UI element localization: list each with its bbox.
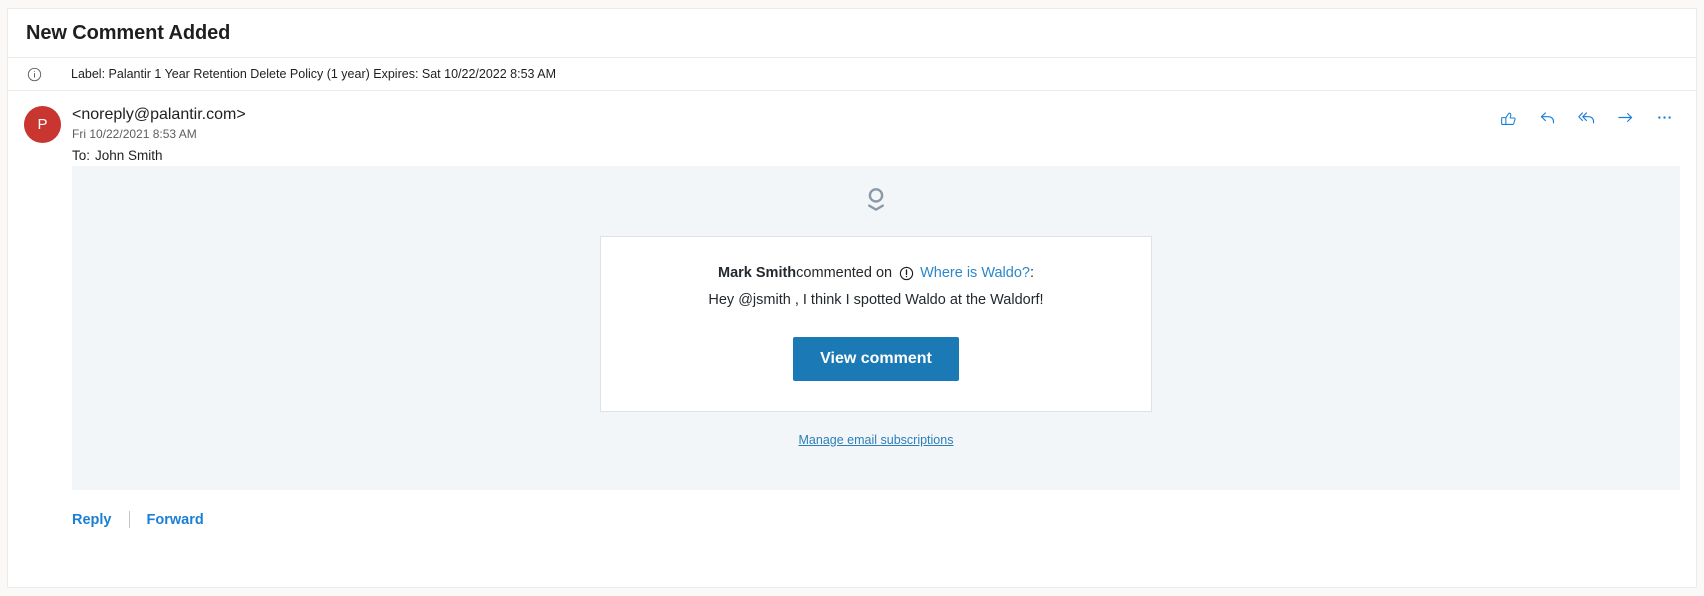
- issue-link[interactable]: Where is Waldo?: [920, 263, 1030, 283]
- page-title: New Comment Added: [26, 21, 231, 44]
- footer-divider: [128, 511, 130, 528]
- like-icon[interactable]: [1498, 107, 1518, 127]
- reply-all-icon[interactable]: [1576, 107, 1596, 127]
- commented-on-text: commented on: [796, 265, 893, 281]
- comment-headline: Mark Smith commented on Where is Waldo?:: [601, 263, 1151, 283]
- email-body-panel: Mark Smith commented on Where is Waldo?:…: [72, 166, 1680, 490]
- reply-icon[interactable]: [1537, 107, 1557, 127]
- sender-block: <noreply@palantir.com> Fri 10/22/2021 8:…: [72, 105, 1696, 165]
- message-header: P <noreply@palantir.com> Fri 10/22/2021 …: [8, 91, 1696, 163]
- message-actions: [1498, 107, 1674, 127]
- message-timestamp: Fri 10/22/2021 8:53 AM: [72, 127, 197, 141]
- footer-actions: Reply Forward: [72, 511, 1696, 528]
- sender-address: <noreply@palantir.com>: [72, 106, 246, 123]
- headline-colon: :: [1029, 265, 1034, 281]
- person-avatar-icon: [72, 184, 1680, 216]
- retention-policy-text: Label: Palantir 1 Year Retention Delete …: [71, 67, 557, 81]
- comment-card: Mark Smith commented on Where is Waldo?:…: [600, 236, 1152, 412]
- avatar-initial: P: [37, 116, 48, 133]
- more-options-icon[interactable]: [1654, 107, 1674, 127]
- retention-policy-bar: Label: Palantir 1 Year Retention Delete …: [8, 58, 1696, 91]
- subject-bar: New Comment Added: [8, 9, 1696, 58]
- view-comment-button[interactable]: View comment: [793, 337, 959, 381]
- manage-subscriptions-row: Manage email subscriptions: [72, 431, 1680, 449]
- reply-button[interactable]: Reply: [72, 512, 112, 528]
- recipients-row: To: John Smith: [72, 146, 1696, 165]
- exclamation-circle-icon: [899, 266, 914, 281]
- avatar: P: [24, 106, 61, 143]
- forward-button[interactable]: Forward: [147, 512, 204, 528]
- to-label: To:: [72, 148, 91, 163]
- manage-email-subscriptions-link[interactable]: Manage email subscriptions: [799, 433, 954, 447]
- forward-arrow-icon[interactable]: [1615, 107, 1635, 127]
- commenter-name: Mark Smith: [718, 265, 797, 281]
- comment-text: Hey @jsmith , I think I spotted Waldo at…: [708, 292, 1044, 308]
- info-circle-icon: [8, 67, 60, 82]
- reading-pane: New Comment Added Label: Palantir 1 Year…: [7, 8, 1697, 588]
- recipient-names: John Smith: [95, 148, 163, 163]
